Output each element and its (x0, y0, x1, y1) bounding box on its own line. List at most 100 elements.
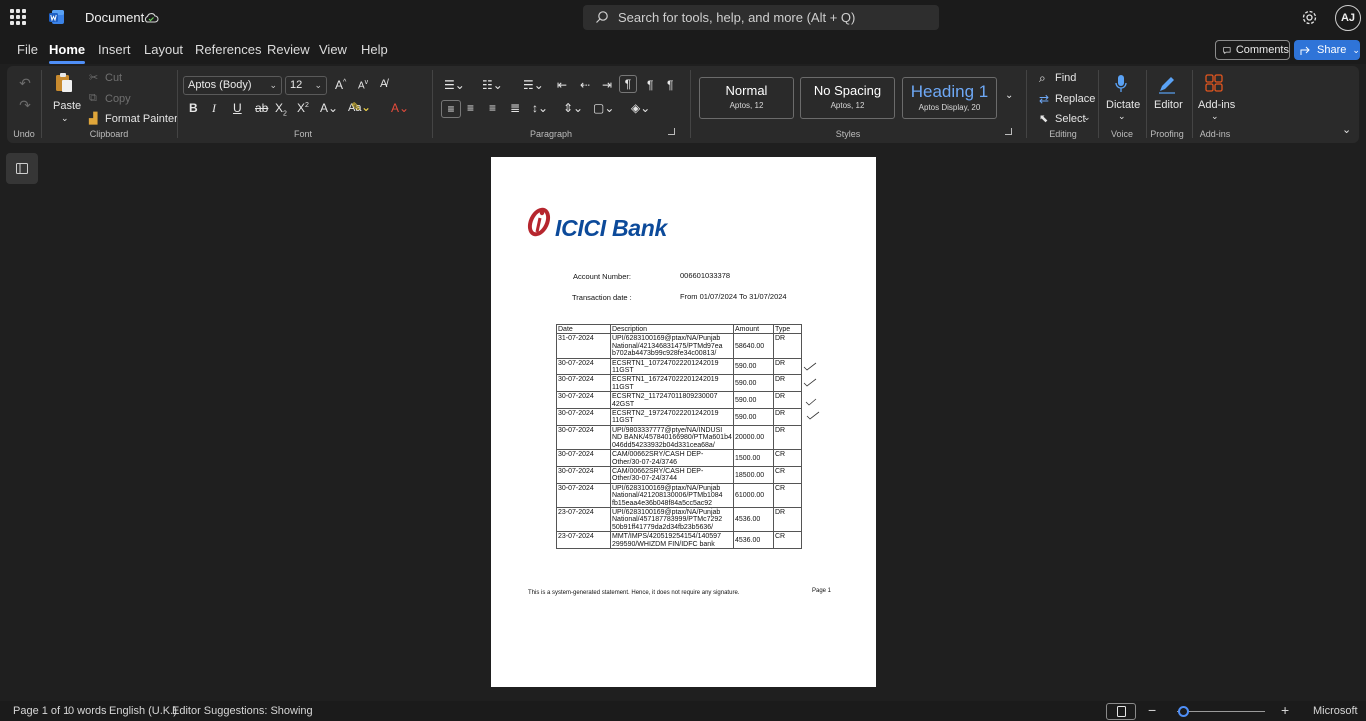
tab-file[interactable]: File (17, 42, 38, 57)
show-formatting-icon[interactable]: ¶ (667, 78, 673, 92)
align-left-icon[interactable]: ≡ (441, 100, 461, 118)
cell-amount: 590.00 (733, 408, 774, 426)
table-row: 30-07-2024 ECSRTN1_107247022201242019 11G… (556, 357, 802, 376)
select-label[interactable]: Select (1055, 113, 1086, 125)
format-painter-label[interactable]: Format Painter (105, 113, 178, 125)
tab-home[interactable]: Home (49, 42, 86, 64)
clear-formatting-icon[interactable]: A̸ (380, 78, 387, 90)
chevron-down-icon: ⌄ (314, 80, 322, 90)
search-placeholder: Search for tools, help, and more (Alt + … (618, 10, 856, 25)
paragraph-spacing-icon[interactable]: ⇕⌄ (563, 101, 583, 115)
find-icon[interactable]: ⌕ (1039, 71, 1046, 86)
zoom-slider-thumb[interactable] (1178, 706, 1189, 717)
cell-description: ECSRTN2_197247022201242019 11GST (610, 408, 734, 426)
multilevel-list-icon[interactable]: ☴⌄ (523, 78, 544, 92)
redo-icon[interactable]: ↷ (17, 97, 33, 113)
decrease-indent-2-icon[interactable]: ⇠ (580, 78, 590, 92)
cut-label[interactable]: Cut (105, 72, 122, 84)
superscript-icon[interactable]: X2 (297, 101, 309, 115)
document-page[interactable]: ICICI Bank Account Number: 006601033378 … (491, 157, 876, 687)
bold-icon[interactable]: B (189, 101, 198, 115)
copy-icon[interactable]: ⧉ (89, 92, 97, 105)
cell-amount: 61000.00 (733, 482, 774, 508)
increase-indent-icon[interactable]: ⇥ (602, 78, 612, 92)
replace-label[interactable]: Replace (1055, 93, 1095, 105)
tab-help[interactable]: Help (361, 42, 388, 57)
line-spacing-icon[interactable]: ↕⌄ (532, 101, 548, 115)
user-avatar[interactable]: AJ (1335, 5, 1361, 31)
app-launcher-icon[interactable] (10, 9, 26, 25)
cell-amount: 1500.00 (733, 449, 774, 467)
cut-icon[interactable]: ✂ (89, 71, 98, 84)
tab-review[interactable]: Review (267, 42, 310, 57)
font-size-dropdown[interactable]: 12 ⌄ (285, 76, 327, 95)
styles-dialog-launcher[interactable] (1005, 128, 1012, 135)
shading-icon[interactable]: ◈⌄ (631, 101, 650, 115)
group-label-paragraph: Paragraph (529, 129, 573, 139)
tab-layout[interactable]: Layout (144, 42, 183, 57)
comments-button[interactable]: Comments (1215, 40, 1290, 60)
table-header-row: Date Description Amount Type (556, 323, 802, 335)
strikethrough-icon[interactable]: ab (255, 101, 268, 115)
page-count[interactable]: Page 1 of 1 (13, 705, 69, 717)
cloud-saved-icon[interactable] (143, 11, 159, 25)
align-right-icon[interactable]: ≡ (489, 101, 496, 115)
divider (177, 70, 178, 138)
decrease-indent-icon[interactable]: ⇤ (557, 78, 567, 92)
subscript-icon[interactable]: X2 (275, 101, 287, 117)
style-normal[interactable]: Normal Aptos, 12 (699, 77, 794, 119)
cell-type: CR (773, 482, 802, 508)
zoom-slider[interactable] (1177, 711, 1265, 712)
paragraph-dialog-launcher[interactable] (668, 128, 675, 135)
group-label-proofing: Proofing (1150, 129, 1184, 139)
document-title[interactable]: Document (85, 10, 144, 25)
paste-label: Paste (53, 100, 82, 112)
bullets-icon[interactable]: ☰⌄ (444, 78, 465, 92)
microphone-icon (1115, 75, 1127, 92)
collapse-ribbon-chevron-icon[interactable]: ⌄ (1342, 123, 1351, 136)
replace-icon[interactable]: ⇄ (1039, 92, 1049, 106)
font-name-dropdown[interactable]: Aptos (Body) ⌄ (183, 76, 282, 95)
select-icon[interactable]: ⬉ (1039, 112, 1048, 125)
underline-icon[interactable]: U (233, 101, 242, 115)
text-effects-icon[interactable]: A⌄ (320, 101, 338, 115)
tab-insert[interactable]: Insert (98, 42, 131, 57)
share-button[interactable]: Share ⌄ (1294, 40, 1360, 60)
style-heading-1[interactable]: Heading 1 Aptos Display, 20 (902, 77, 997, 119)
zoom-in-icon[interactable]: + (1281, 702, 1289, 718)
justify-icon[interactable]: ≣ (510, 101, 520, 115)
find-label[interactable]: Find (1055, 72, 1076, 84)
italic-icon[interactable]: I (212, 101, 216, 116)
icici-logo-mark-icon (527, 207, 551, 237)
cell-description: MMT/IMPS/420519254154/140597 299590/WHIZ… (610, 531, 734, 549)
table-row: 30-07-2024 CAM/00662SRY/CASH DEP- Other/3… (556, 449, 802, 467)
numbering-icon[interactable]: ☷⌄ (482, 78, 503, 92)
copy-label[interactable]: Copy (105, 93, 131, 105)
font-color-icon[interactable]: A⌄ (391, 101, 409, 115)
print-layout-button[interactable] (1106, 703, 1136, 720)
rtl-direction-icon[interactable]: ¶ (647, 78, 653, 92)
search-box[interactable]: Search for tools, help, and more (Alt + … (583, 5, 939, 30)
style-no-spacing[interactable]: No Spacing Aptos, 12 (800, 77, 895, 119)
settings-gear-icon[interactable] (1301, 9, 1318, 26)
highlight-color-icon[interactable]: ✎⌄ (351, 100, 371, 114)
zoom-out-icon[interactable]: − (1148, 702, 1156, 718)
title-bar: Document Search for tools, help, and mor… (0, 0, 1366, 36)
editor-suggestions[interactable]: Editor Suggestions: Showing (172, 705, 313, 717)
format-painter-icon[interactable]: ▟ (89, 112, 97, 125)
shrink-font-icon[interactable]: Av (358, 79, 368, 91)
language-indicator[interactable]: English (U.K.) (109, 705, 177, 717)
cell-date: 30-07-2024 (556, 424, 611, 451)
undo-icon[interactable]: ↶ (17, 75, 33, 91)
divider (1146, 70, 1147, 138)
word-count[interactable]: 0 words (68, 705, 107, 717)
chevron-down-icon: ⌄ (269, 80, 277, 90)
borders-icon[interactable]: ▢⌄ (593, 101, 614, 115)
styles-more-chevron-icon[interactable]: ⌄ (1005, 90, 1013, 101)
grow-font-icon[interactable]: A^ (335, 78, 346, 92)
align-center-icon[interactable]: ≡ (467, 101, 474, 115)
tab-view[interactable]: View (319, 42, 347, 57)
tab-references[interactable]: References (195, 42, 261, 57)
ltr-direction-icon[interactable]: ¶ (619, 75, 637, 93)
navigation-pane-button[interactable] (6, 153, 38, 184)
